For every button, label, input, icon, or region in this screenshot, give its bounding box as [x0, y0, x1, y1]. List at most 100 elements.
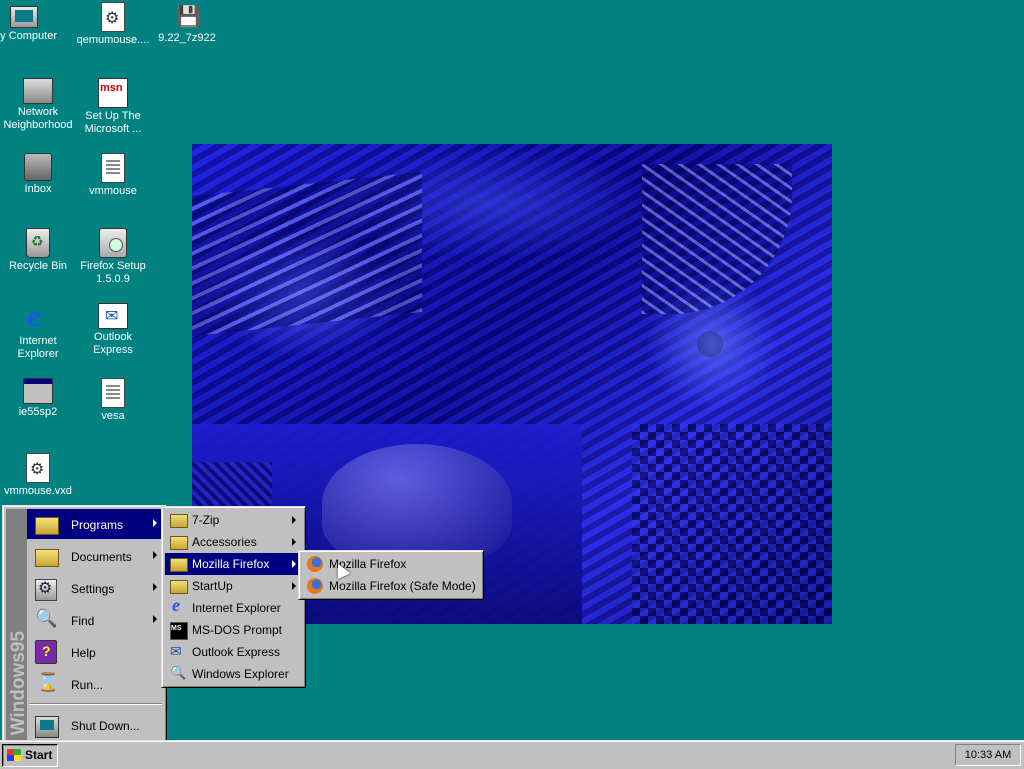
desktop-icon-vesa[interactable]: vesa — [75, 378, 151, 423]
programs-item-label: Accessories — [192, 535, 257, 549]
submenu-arrow-icon — [292, 516, 296, 524]
submenu-arrow-icon — [292, 582, 296, 590]
wallpaper-mouse-shape — [322, 444, 512, 564]
folder-icon — [170, 536, 188, 550]
desktop-icon-label: Set Up The Microsoft ... — [84, 110, 142, 135]
programs-item-ms-dos-prompt[interactable]: MS-DOS Prompt — [165, 619, 302, 641]
submenu-arrow-icon — [153, 519, 157, 527]
clock[interactable]: 10:33 AM — [956, 749, 1020, 761]
desktop-icon-qemumouse[interactable]: qemumouse.... — [75, 2, 151, 47]
start-menu-item-programs[interactable]: Programs — [27, 509, 163, 539]
desktop-icon-7z922[interactable]: 9.22_7z922 — [149, 2, 225, 45]
start-menu-item-find[interactable]: Find — [27, 605, 163, 635]
start-menu-item-help[interactable]: Help — [27, 637, 163, 667]
programs-item-mozilla-firefox[interactable]: Mozilla Firefox — [165, 553, 302, 575]
desktop-icon-label: Network Neighborhood — [3, 106, 73, 131]
wallpaper-keyboard-shape — [192, 171, 422, 337]
ms-dos-icon — [170, 622, 188, 640]
system-tray: 10:33 AM — [955, 744, 1021, 766]
start-menu-item-shut-down[interactable]: Shut Down... — [27, 710, 163, 740]
programs-item-label: Windows Explorer — [192, 667, 289, 681]
programs-submenu: 7-Zip Accessories Mozilla Firefox StartU… — [161, 506, 306, 688]
start-menu-item-label: Find — [71, 614, 95, 628]
firefox-item-label: Mozilla Firefox (Safe Mode) — [329, 579, 476, 593]
desktop-icon-ie55sp2[interactable]: ie55sp2 — [0, 378, 76, 419]
recycle-bin-icon — [26, 228, 50, 258]
desktop-icon-label: Outlook Express — [93, 331, 133, 356]
wallpaper-feather-shape — [642, 164, 792, 314]
desktop-icon-outlook-express[interactable]: Outlook Express — [75, 303, 151, 357]
firefox-item-safe-mode[interactable]: Mozilla Firefox (Safe Mode) — [302, 575, 480, 597]
desktop-icon-msn-setup[interactable]: Set Up The Microsoft ... — [75, 78, 151, 136]
firefox-item-mozilla-firefox[interactable]: Mozilla Firefox — [302, 553, 480, 575]
desktop-icon-label: vmmouse — [89, 185, 137, 197]
desktop-icon-internet-explorer[interactable]: Internet Explorer — [0, 297, 76, 361]
submenu-arrow-icon — [153, 583, 157, 591]
start-menu-item-documents[interactable]: Documents — [27, 541, 163, 571]
outlook-express-icon — [170, 643, 186, 660]
desktop-icon-label: My Computer — [0, 30, 58, 42]
network-icon — [23, 78, 53, 104]
folder-icon — [170, 558, 188, 572]
gear-file-icon — [26, 453, 50, 483]
desktop-icon-label: Inbox — [24, 183, 52, 195]
programs-item-label: StartUp — [192, 579, 233, 593]
desktop-icon-vmmouse[interactable]: vmmouse — [75, 153, 151, 198]
folder-icon — [170, 514, 188, 528]
firefox-submenu: Mozilla Firefox Mozilla Firefox (Safe Mo… — [298, 550, 484, 600]
start-menu-item-settings[interactable]: Settings — [27, 573, 163, 603]
outlook-express-icon — [98, 303, 128, 329]
documents-folder-icon — [35, 549, 59, 567]
desktop-icon-label: vmmouse.vxd — [4, 485, 72, 497]
program-icon — [23, 378, 53, 404]
msn-icon — [98, 78, 128, 108]
programs-item-7zip[interactable]: 7-Zip — [165, 509, 302, 531]
programs-item-label: 7-Zip — [192, 513, 220, 527]
start-menu-item-label: Help — [71, 646, 96, 660]
start-menu: Windows95 Programs Documents Settings Fi… — [2, 505, 167, 745]
start-menu-item-label: Documents — [71, 550, 132, 564]
firefox-icon — [307, 578, 323, 594]
installer-icon — [172, 2, 202, 30]
start-menu-item-label: Run... — [71, 678, 104, 692]
start-menu-item-label: Settings — [71, 582, 115, 596]
programs-item-label: MS-DOS Prompt — [192, 623, 283, 637]
desktop-icon-recycle-bin[interactable]: Recycle Bin — [0, 228, 76, 273]
programs-item-accessories[interactable]: Accessories — [165, 531, 302, 553]
submenu-arrow-icon — [292, 560, 296, 568]
desktop-icon-label: Firefox Setup 1.5.0.9 — [80, 260, 146, 285]
folder-icon — [170, 580, 188, 594]
desktop-icon-label: Internet Explorer — [17, 335, 59, 360]
desktop-icon-inbox[interactable]: Inbox — [0, 153, 76, 196]
programs-item-internet-explorer[interactable]: Internet Explorer — [165, 595, 302, 619]
start-button[interactable]: Start — [2, 744, 58, 767]
start-menu-banner: Windows95 — [6, 509, 29, 741]
find-magnifier-icon — [35, 608, 59, 632]
submenu-arrow-icon — [153, 615, 157, 623]
document-icon — [101, 153, 125, 183]
programs-item-outlook-express[interactable]: Outlook Express — [165, 641, 302, 663]
desktop-icon-label: qemumouse.... — [76, 34, 150, 46]
setup-icon — [99, 228, 127, 258]
start-button-label: Start — [25, 748, 53, 762]
desktop-icon-firefox-setup[interactable]: Firefox Setup 1.5.0.9 — [75, 228, 151, 286]
gear-file-icon — [101, 2, 125, 32]
run-icon — [35, 672, 59, 696]
wallpaper-checker-shape — [632, 424, 832, 624]
programs-item-label: Outlook Express — [192, 645, 281, 659]
programs-item-windows-explorer[interactable]: Windows Explorer — [165, 663, 302, 685]
submenu-arrow-icon — [292, 538, 296, 546]
desktop-icon-network-neighborhood[interactable]: Network Neighborhood — [0, 78, 76, 132]
start-menu-item-label: Shut Down... — [71, 719, 140, 733]
start-menu-item-run[interactable]: Run... — [27, 669, 163, 699]
internet-explorer-icon — [23, 297, 53, 334]
computer-icon — [10, 6, 38, 28]
desktop-icon-my-computer[interactable]: My Computer — [0, 2, 62, 43]
programs-item-label: Internet Explorer — [192, 601, 281, 615]
desktop-icon-label: vesa — [101, 410, 125, 422]
desktop-icon-vmmouse-vxd[interactable]: vmmouse.vxd — [0, 453, 76, 498]
programs-item-startup[interactable]: StartUp — [165, 575, 302, 597]
firefox-icon — [307, 556, 323, 572]
windows-logo-icon — [7, 749, 21, 761]
inbox-icon — [24, 153, 52, 181]
